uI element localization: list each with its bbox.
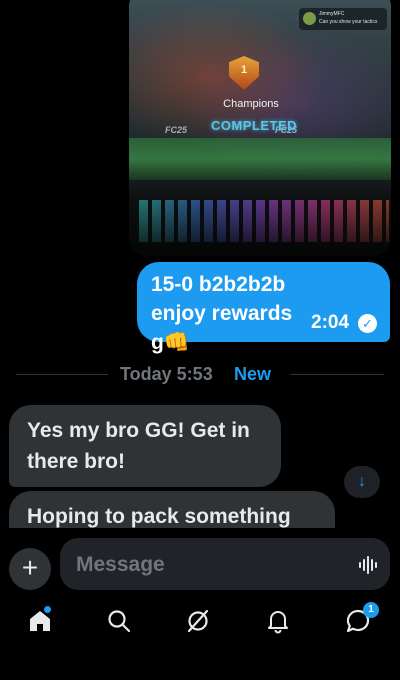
notification-text: Can you show your tactics — [319, 19, 378, 25]
scroll-to-bottom-button[interactable]: ↓ — [344, 466, 380, 498]
date-divider: Today 5:53 New — [0, 364, 400, 386]
grok-icon — [187, 609, 209, 633]
nav-home[interactable] — [27, 606, 57, 638]
message-time: 2:04 — [311, 312, 350, 333]
message-field[interactable] — [60, 538, 390, 590]
rgb-keyboard — [139, 200, 389, 242]
fc-logo-left: FC25 — [165, 125, 188, 135]
add-attachment-button[interactable]: + — [9, 548, 51, 590]
nav-notifications[interactable] — [265, 608, 295, 638]
champions-title: Champions — [223, 98, 279, 110]
arrow-down-icon: ↓ — [358, 473, 366, 490]
search-icon — [108, 610, 131, 633]
date-label: Today 5:53 — [120, 364, 213, 384]
message-input[interactable] — [74, 548, 338, 582]
notification-avatar — [303, 12, 316, 25]
nav-grok[interactable] — [185, 608, 215, 638]
notification-name: JimmyMFC — [319, 11, 345, 17]
nav-messages[interactable]: 1 — [345, 602, 379, 638]
voice-wave-icon[interactable] — [358, 556, 380, 574]
completed-label: COMPLETED — [210, 118, 298, 133]
message-composer: + — [0, 528, 400, 598]
in-game-notification: JimmyMFC Can you show your tactics — [299, 8, 387, 30]
new-label: New — [234, 364, 272, 384]
shield-digit: 1 — [240, 64, 248, 76]
unread-dot — [44, 606, 51, 613]
divider-line-left — [16, 374, 108, 375]
check-circle-icon: ✓ — [358, 314, 377, 333]
image-message[interactable]: JimmyMFC Can you show your tactics 1 Cha… — [129, 0, 391, 256]
divider-line-right — [290, 374, 384, 375]
outgoing-message-text: 15-0 b2b2b2b enjoy rewards g👊 — [151, 273, 293, 354]
outgoing-message-bubble[interactable]: 15-0 b2b2b2b enjoy rewards g👊 2:04 ✓ — [137, 262, 390, 354]
nav-search[interactable] — [106, 608, 136, 638]
incoming-message-bubble[interactable]: Yes my bro GG! Get in there bro! — [9, 405, 281, 487]
incoming-message-text: Hoping to pack something — [27, 505, 291, 528]
bell-icon — [268, 611, 288, 634]
incoming-message-text: Yes my bro GG! Get in there bro! — [27, 419, 250, 473]
pitch — [129, 138, 391, 180]
bottom-nav: 1 — [0, 598, 400, 680]
messages-badge: 1 — [363, 602, 379, 618]
chat-screen: JimmyMFC Can you show your tactics 1 Cha… — [0, 0, 400, 680]
